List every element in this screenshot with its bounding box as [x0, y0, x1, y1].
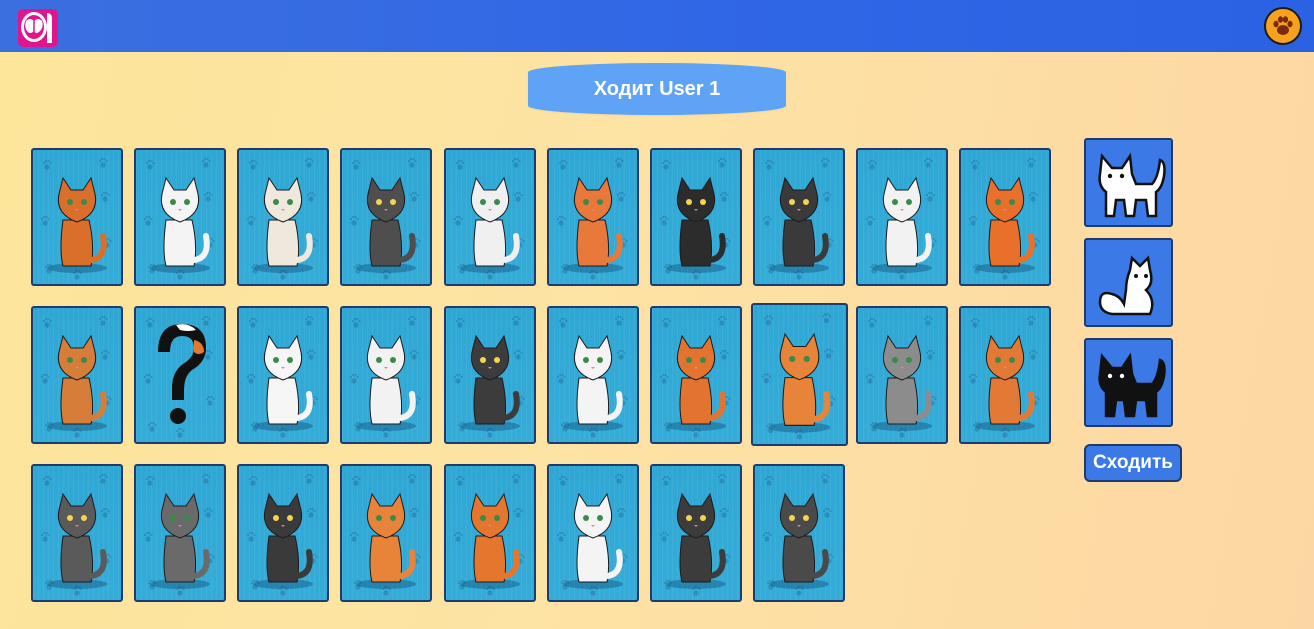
card-black-sitting-paw-up[interactable]: [444, 306, 536, 444]
cat-silhouette-icon: [1098, 152, 1166, 218]
card-calico-lying-yarn[interactable]: [444, 464, 536, 602]
card-question-mark-calico[interactable]: [134, 306, 226, 444]
card-ginger-standing[interactable]: [650, 306, 742, 444]
card-grey-tabby-sitting[interactable]: [134, 464, 226, 602]
cat-illustration-icon: [246, 157, 318, 280]
card-ginger-tabby-standing[interactable]: [751, 303, 848, 446]
card-orange-spotted[interactable]: [547, 148, 639, 286]
card-white-tabby-grey-stripes[interactable]: [444, 148, 536, 286]
cat-illustration-icon: [556, 157, 628, 280]
card-ginger-tabby-fish-can[interactable]: [959, 306, 1051, 444]
cat-illustration-icon: [349, 473, 421, 596]
card-black-white-green-eyes[interactable]: [237, 464, 329, 602]
turn-indicator: Ходит User 1: [528, 63, 786, 115]
cat-illustration-icon: [453, 157, 525, 280]
card-white-fluffy[interactable]: [134, 148, 226, 286]
cat-illustration-icon: [659, 157, 731, 280]
cat-silhouette-icon: [1098, 352, 1166, 418]
cat-illustration-icon: [659, 473, 731, 596]
cat-illustration-icon: [865, 315, 937, 438]
turn-text: Ходит User 1: [593, 77, 721, 100]
card-ginger-loaf-mouse[interactable]: [959, 148, 1051, 286]
cat-illustration-icon: [143, 157, 215, 280]
side-card-white-sitting-cat[interactable]: [1084, 238, 1173, 327]
cat-silhouette-icon: [1098, 255, 1154, 316]
move-button[interactable]: Сходить: [1084, 444, 1182, 482]
cat-illustration-icon: [762, 157, 834, 280]
cat-illustration-icon: [865, 157, 937, 280]
cat-illustration-icon: [762, 313, 836, 440]
cat-illustration-icon: [246, 473, 318, 596]
cat-illustration-icon: [349, 315, 421, 438]
cat-illustration-icon: [349, 157, 421, 280]
cat-illustration-icon: [40, 157, 112, 280]
card-white-black-spots[interactable]: [856, 148, 948, 286]
cat-illustration-icon: [246, 315, 318, 438]
card-black-grey-playing-wand[interactable]: [650, 464, 742, 602]
cat-illustration-icon: [968, 315, 1040, 438]
card-white-curled-sleeping[interactable]: [547, 464, 639, 602]
card-white-tabby-rolling-ball[interactable]: [340, 306, 432, 444]
card-white-tabby-hissing[interactable]: [547, 306, 639, 444]
side-card-black-standing-cat[interactable]: [1084, 338, 1173, 427]
card-grey-tabby-loaf[interactable]: [753, 464, 845, 602]
top-bar: [0, 0, 1314, 52]
card-black-lying-rug[interactable]: [753, 148, 845, 286]
cat-illustration-icon: [453, 315, 525, 438]
card-tuxedo-grey-yowling[interactable]: [340, 148, 432, 286]
cat-illustration-icon: [143, 315, 215, 438]
paw-icon: [1273, 16, 1293, 35]
cat-illustration-icon: [659, 315, 731, 438]
card-ginger-winking[interactable]: [31, 148, 123, 286]
cat-illustration-icon: [40, 315, 112, 438]
card-grey-scottish-fold[interactable]: [31, 464, 123, 602]
cat-illustration-icon: [453, 473, 525, 596]
card-white-playful[interactable]: [237, 306, 329, 444]
cat-illustration-icon: [556, 315, 628, 438]
cat-illustration-icon: [143, 473, 215, 596]
cat-illustration-icon: [968, 157, 1040, 280]
card-grey-white-sleeping[interactable]: [856, 306, 948, 444]
card-bengal-leopard[interactable]: [31, 306, 123, 444]
cat-illustration-icon: [40, 473, 112, 596]
card-black-spotted-fangs[interactable]: [650, 148, 742, 286]
cat-illustration-icon: [762, 473, 834, 596]
card-calico-sitting[interactable]: [237, 148, 329, 286]
brain-logo-icon[interactable]: [16, 5, 60, 47]
card-ginger-tabby-grumpy[interactable]: [340, 464, 432, 602]
move-button-label: Сходить: [1093, 452, 1173, 473]
cat-illustration-icon: [556, 473, 628, 596]
side-card-white-standing-cat[interactable]: [1084, 138, 1173, 227]
paw-menu-button[interactable]: [1264, 7, 1302, 45]
